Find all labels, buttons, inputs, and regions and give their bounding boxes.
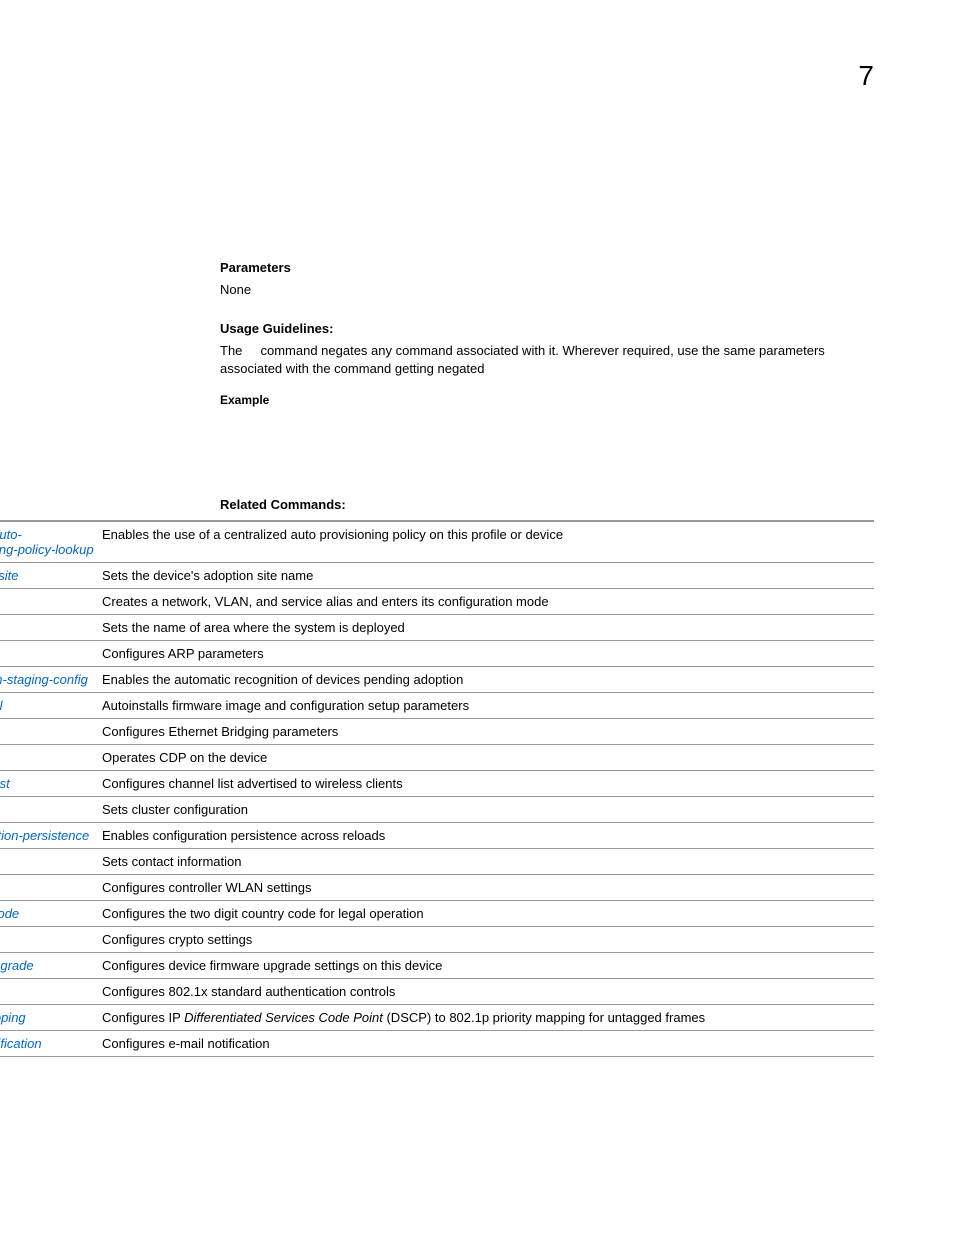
command-link[interactable]: bridge (0, 718, 98, 744)
command-description: Sets contact information (98, 848, 874, 874)
desc-text: Configures IP (102, 1010, 184, 1025)
command-link[interactable]: arp (0, 640, 98, 666)
command-description: Configures crypto settings (98, 926, 874, 952)
command-description: Configures IP Differentiated Services Co… (98, 1004, 874, 1030)
example-heading: Example (220, 393, 874, 407)
command-description: Configures controller WLAN settings (98, 874, 874, 900)
table-row: country-codeConfigures the two digit cou… (0, 900, 874, 926)
command-description: Configures channel list advertised to wi… (98, 770, 874, 796)
command-link[interactable]: email-notification (0, 1030, 98, 1056)
command-link[interactable]: dot1x (0, 978, 98, 1004)
usage-text-rest: command negates any command associated w… (220, 343, 825, 376)
command-link[interactable]: adopter-auto-provisioning-policy-lookup (0, 521, 98, 563)
desc-italic: Differentiated Services Code Point (184, 1010, 383, 1025)
usage-guidelines-body: The command negates any command associat… (220, 342, 874, 378)
related-commands-tbody: adopter-auto-provisioning-policy-lookupE… (0, 521, 874, 1057)
command-description: Configures device firmware upgrade setti… (98, 952, 874, 978)
table-row: bridgeConfigures Ethernet Bridging param… (0, 718, 874, 744)
command-description: Configures Ethernet Bridging parameters (98, 718, 874, 744)
parameters-body: None (220, 281, 874, 299)
command-description: Creates a network, VLAN, and service ali… (98, 588, 874, 614)
table-row: device-upgradeConfigures device firmware… (0, 952, 874, 978)
command-link[interactable]: crypto (0, 926, 98, 952)
page: 7 Parameters None Usage Guidelines: The … (0, 0, 954, 1137)
table-row: controllerConfigures controller WLAN set… (0, 874, 874, 900)
command-link[interactable]: area (0, 614, 98, 640)
table-row: arpConfigures ARP parameters (0, 640, 874, 666)
command-link[interactable]: auto-learn-staging-config (0, 666, 98, 692)
table-row: configuration-persistenceEnables configu… (0, 822, 874, 848)
desc-text: (DSCP) to 802.1p priority mapping for un… (383, 1010, 705, 1025)
table-row: cdpOperates CDP on the device (0, 744, 874, 770)
command-description: Operates CDP on the device (98, 744, 874, 770)
command-link[interactable]: autoinstall (0, 692, 98, 718)
command-link[interactable]: configuration-persistence (0, 822, 98, 848)
command-link[interactable]: country-code (0, 900, 98, 926)
page-number: 7 (858, 60, 874, 92)
related-commands-table: adopter-auto-provisioning-policy-lookupE… (0, 520, 874, 1057)
table-row: channel-listConfigures channel list adve… (0, 770, 874, 796)
command-description: Enables the use of a centralized auto pr… (98, 521, 874, 563)
command-link[interactable]: alias (0, 588, 98, 614)
table-row: email-notificationConfigures e-mail noti… (0, 1030, 874, 1056)
table-row: autoinstallAutoinstalls firmware image a… (0, 692, 874, 718)
related-commands-heading: Related Commands: (220, 497, 874, 512)
table-row: cryptoConfigures crypto settings (0, 926, 874, 952)
command-description: Configures ARP parameters (98, 640, 874, 666)
table-row: adopter-auto-provisioning-policy-lookupE… (0, 521, 874, 563)
table-row: contactSets contact information (0, 848, 874, 874)
parameters-heading: Parameters (220, 260, 874, 275)
command-description: Sets the name of area where the system i… (98, 614, 874, 640)
command-description: Enables the automatic recognition of dev… (98, 666, 874, 692)
command-link[interactable]: controller (0, 874, 98, 900)
command-link[interactable]: contact (0, 848, 98, 874)
command-description: Sets the device's adoption site name (98, 562, 874, 588)
command-description: Configures the two digit country code fo… (98, 900, 874, 926)
command-link[interactable]: cluster (0, 796, 98, 822)
command-description: Sets cluster configuration (98, 796, 874, 822)
page-content: Parameters None Usage Guidelines: The co… (220, 260, 874, 512)
command-link[interactable]: dscp-mapping (0, 1004, 98, 1030)
command-description: Enables configuration persistence across… (98, 822, 874, 848)
command-link[interactable]: channel-list (0, 770, 98, 796)
table-row: clusterSets cluster configuration (0, 796, 874, 822)
table-row: adoption-siteSets the device's adoption … (0, 562, 874, 588)
command-link[interactable]: adoption-site (0, 562, 98, 588)
table-row: areaSets the name of area where the syst… (0, 614, 874, 640)
table-row: dot1xConfigures 802.1x standard authenti… (0, 978, 874, 1004)
command-description: Configures e-mail notification (98, 1030, 874, 1056)
usage-text-prefix: The (220, 343, 242, 358)
command-link[interactable]: device-upgrade (0, 952, 98, 978)
table-row: aliasCreates a network, VLAN, and servic… (0, 588, 874, 614)
table-row: auto-learn-staging-configEnables the aut… (0, 666, 874, 692)
table-row: dscp-mappingConfigures IP Differentiated… (0, 1004, 874, 1030)
usage-guidelines-heading: Usage Guidelines: (220, 321, 874, 336)
command-link[interactable]: cdp (0, 744, 98, 770)
command-description: Autoinstalls firmware image and configur… (98, 692, 874, 718)
command-description: Configures 802.1x standard authenticatio… (98, 978, 874, 1004)
